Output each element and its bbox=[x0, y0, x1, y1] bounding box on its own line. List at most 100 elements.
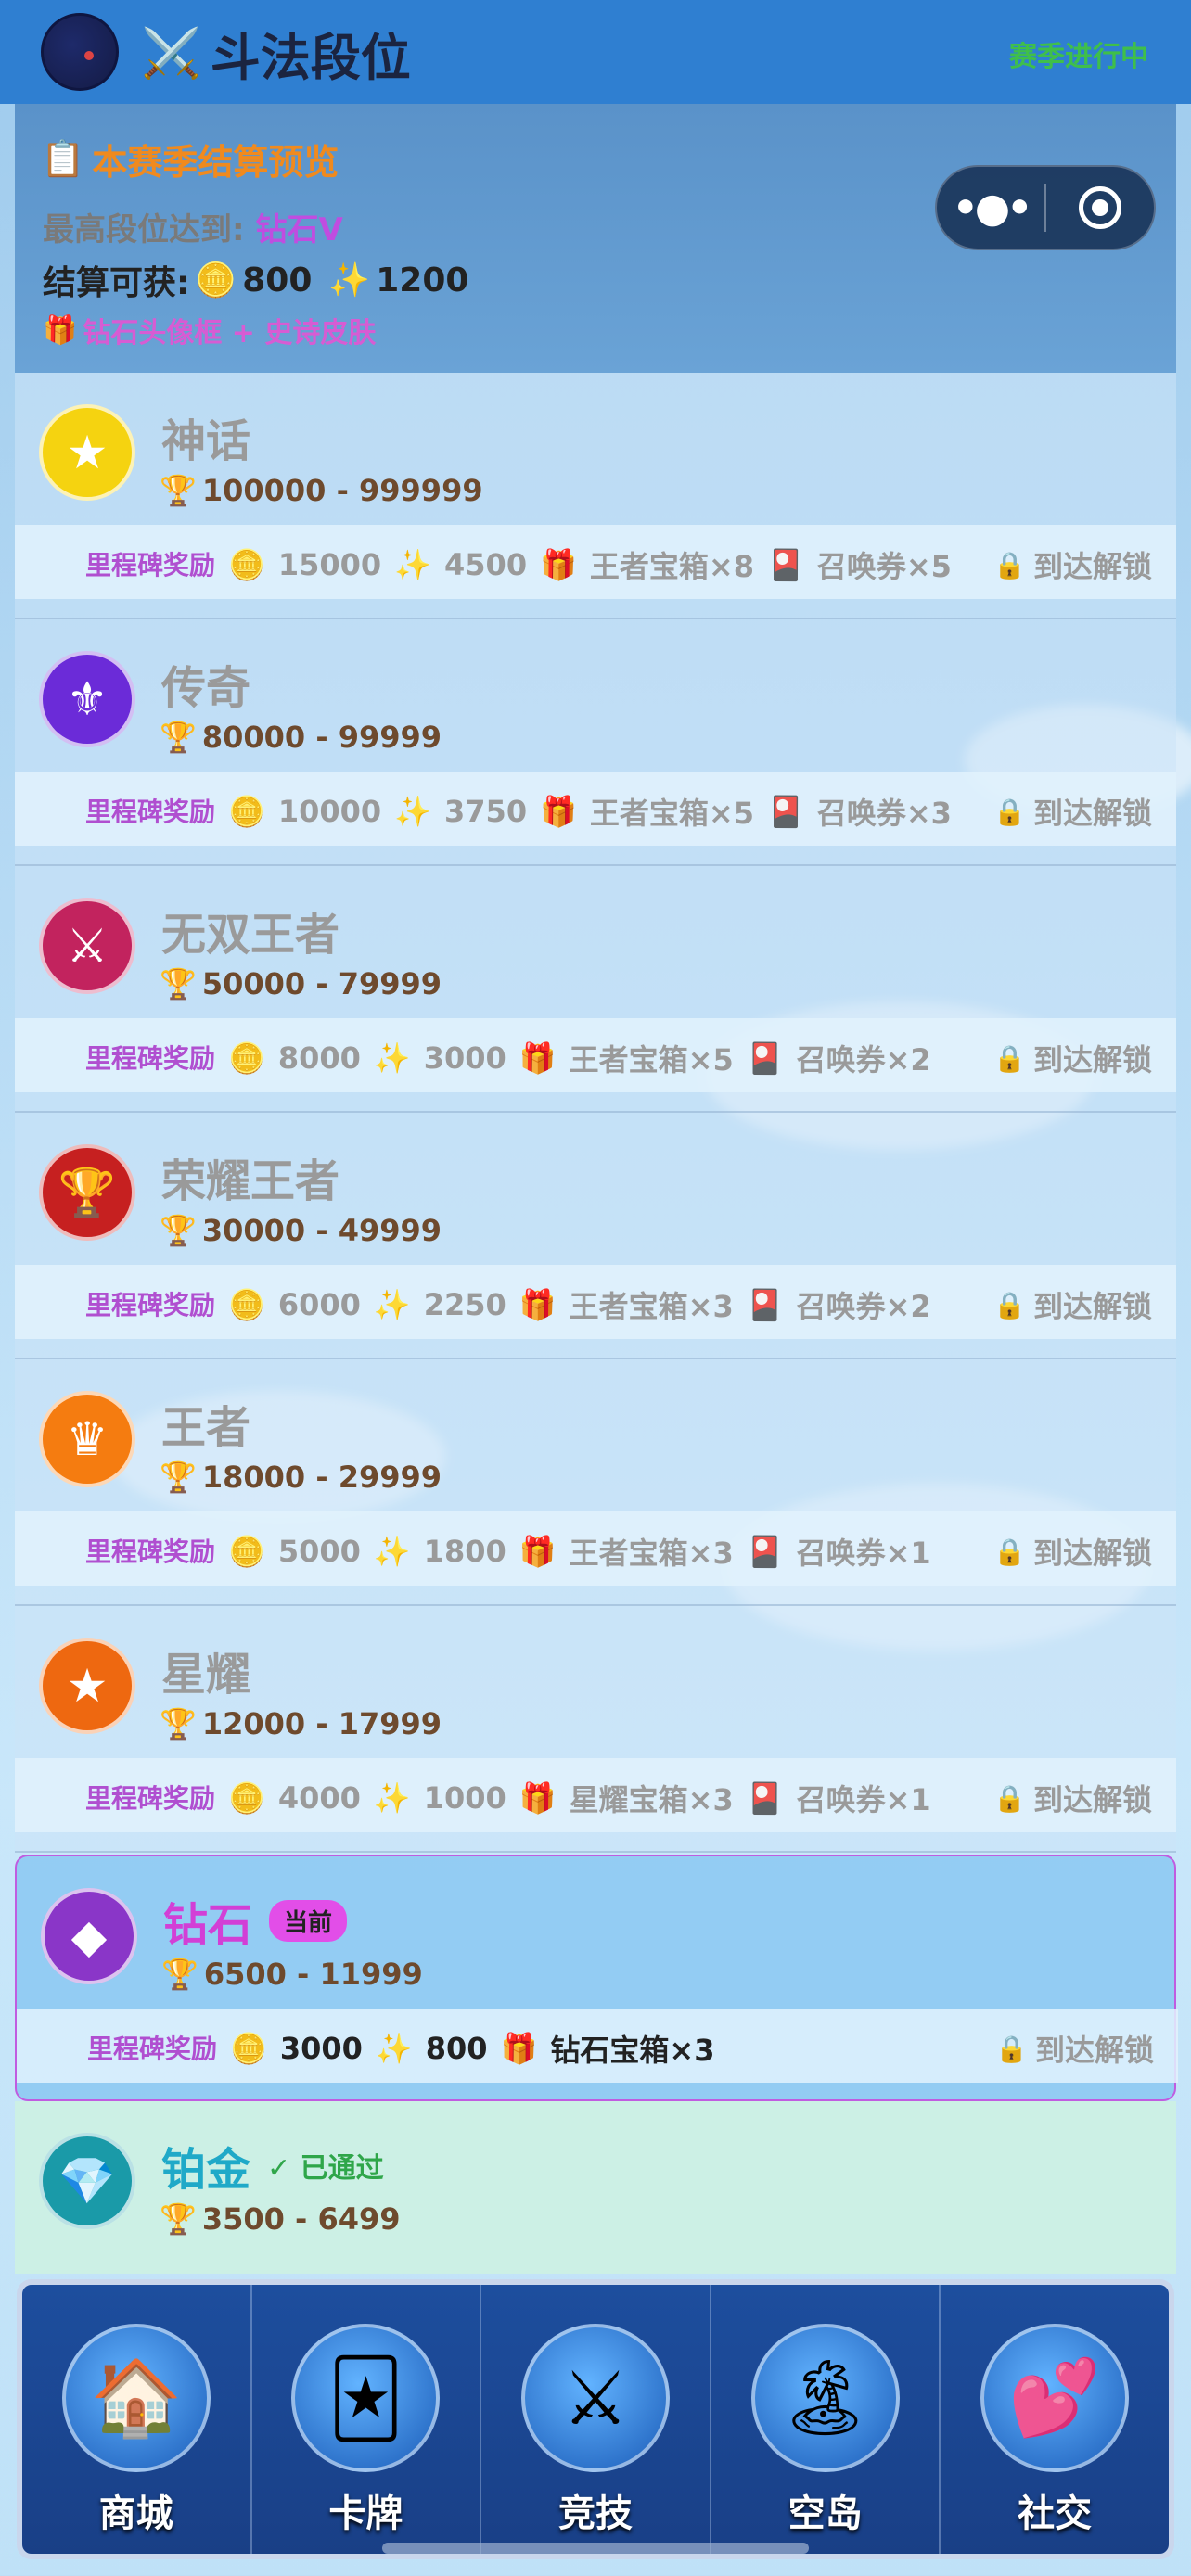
trophy-range: 🏆 6500 - 11999 bbox=[161, 1957, 423, 1992]
reward-chest: 王者宝箱×3 bbox=[569, 1289, 734, 1324]
rank-row[interactable]: ⚔ 无双王者 🏆 50000 - 79999 里程碑奖励 🪙 8000 ✨ 3000… bbox=[15, 866, 1176, 1113]
extra-reward-text: 钻石头像框 + 史诗皮肤 bbox=[83, 317, 377, 350]
reward-chest: 星耀宝箱×3 bbox=[569, 1782, 734, 1817]
rank-badge-icon: ★ bbox=[39, 404, 135, 501]
target-ring-icon bbox=[1078, 186, 1121, 229]
lock-icon: 🔒 bbox=[993, 549, 1026, 580]
rank-name-text: 铂金 bbox=[161, 2144, 251, 2196]
miniprogram-capsule: •●• bbox=[935, 165, 1156, 250]
reward-stars: 4500 bbox=[444, 547, 528, 582]
summon-ticket-icon: 🎴 bbox=[746, 1780, 784, 1816]
milestone-rewards: 🪙 3000 ✨ 800 🎁 钻石宝箱×3 bbox=[230, 2027, 714, 2070]
reward-coins: 15000 bbox=[277, 547, 382, 582]
page-title: ⚔️ 斗法段位 bbox=[141, 20, 411, 87]
rank-row[interactable]: 🏆 荣耀王者 🏆 30000 - 49999 里程碑奖励 🪙 6000 ✨ 2250… bbox=[15, 1113, 1176, 1359]
coin-icon: 🪙 bbox=[228, 1040, 265, 1076]
reward-chest: 王者宝箱×5 bbox=[569, 1042, 734, 1078]
trophy-icon: 🏆 bbox=[160, 2201, 197, 2237]
milestone-row: 里程碑奖励 🪙 15000 ✨ 4500 🎁 王者宝箱×8 🎴 召唤券×5 🔒 到达解锁 bbox=[15, 525, 1176, 599]
nav-icon: 🏝 bbox=[750, 2324, 900, 2472]
unlock-status: 🔒 到达解锁 bbox=[993, 543, 1152, 586]
coin-icon: 🪙 bbox=[228, 1287, 265, 1322]
rank-row[interactable]: 💎 铂金 ✓ 已通过 🏆 3500 - 6499 bbox=[15, 2101, 1176, 2274]
avatar[interactable] bbox=[41, 13, 119, 91]
gift-icon: 🎁 bbox=[540, 794, 577, 829]
coin-icon: 🪙 bbox=[228, 1534, 265, 1569]
gift-icon: 🎁 bbox=[519, 1287, 557, 1322]
coin-icon: 🪙 bbox=[228, 547, 265, 582]
rank-badge-icon: ◆ bbox=[41, 1888, 137, 1984]
reward-stars: 1000 bbox=[423, 1780, 506, 1816]
gift-icon: 🎁 bbox=[500, 2031, 538, 2066]
season-status: 赛季进行中 bbox=[1009, 41, 1148, 73]
nav-item[interactable]: 🏝 空岛 bbox=[711, 2285, 941, 2554]
close-target-button[interactable] bbox=[1046, 186, 1154, 229]
rank-name-text: 钻石 bbox=[163, 1899, 253, 1951]
summary-title-text: 本赛季结算预览 bbox=[92, 142, 339, 183]
coin-icon: 🪙 bbox=[228, 1780, 265, 1816]
trophy-range-text: 18000 - 29999 bbox=[201, 1460, 442, 1495]
rank-row[interactable]: ★ 星耀 🏆 12000 - 17999 里程碑奖励 🪙 4000 ✨ 1000 🎁… bbox=[15, 1606, 1176, 1853]
rank-row[interactable]: ★ 神话 🏆 100000 - 999999 里程碑奖励 🪙 15000 ✨ 450… bbox=[15, 373, 1176, 619]
reward-summon: 召唤券×2 bbox=[796, 1289, 931, 1324]
trophy-range: 🏆 18000 - 29999 bbox=[160, 1460, 442, 1495]
rank-row[interactable]: ⚜ 传奇 🏆 80000 - 99999 里程碑奖励 🪙 10000 ✨ 3750 … bbox=[15, 619, 1176, 866]
nav-item[interactable]: 🃏 卡牌 bbox=[252, 2285, 482, 2554]
trophy-icon: 🏆 bbox=[160, 1213, 197, 1248]
summary-title: 📋 本赛季结算预览 bbox=[41, 134, 339, 185]
settlement-stars: 1200 bbox=[376, 261, 469, 300]
sparkle-icon: ✨ bbox=[373, 1534, 411, 1569]
reward-coins: 5000 bbox=[277, 1534, 361, 1569]
rank-badge-icon: ★ bbox=[39, 1638, 135, 1734]
nav-icon: 🃏 bbox=[291, 2324, 441, 2472]
reward-summon: 召唤券×3 bbox=[816, 796, 952, 831]
unlock-text: 到达解锁 bbox=[1034, 2033, 1154, 2068]
rank-list[interactable]: ★ 神话 🏆 100000 - 999999 里程碑奖励 🪙 15000 ✨ 450… bbox=[15, 373, 1178, 2274]
page-title-text: 斗法段位 bbox=[210, 28, 411, 87]
rank-name-text: 神话 bbox=[161, 415, 251, 467]
summon-ticket-icon: 🎴 bbox=[746, 1534, 784, 1569]
home-indicator bbox=[382, 2543, 809, 2554]
unlock-text: 到达解锁 bbox=[1032, 1289, 1152, 1324]
nav-item[interactable]: 💕 社交 bbox=[941, 2285, 1169, 2554]
milestone-rewards: 🪙 5000 ✨ 1800 🎁 王者宝箱×3 🎴 召唤券×1 bbox=[228, 1530, 931, 1573]
lock-icon: 🔒 bbox=[995, 2033, 1028, 2064]
rank-badge-icon: ♛ bbox=[39, 1391, 135, 1487]
passed-tag: ✓ 已通过 bbox=[267, 2152, 384, 2185]
milestone-row: 里程碑奖励 🪙 3000 ✨ 800 🎁 钻石宝箱×3 🔒 到达解锁 bbox=[17, 2009, 1178, 2083]
milestone-label: 里程碑奖励 bbox=[87, 2034, 218, 2064]
milestone-rewards: 🪙 10000 ✨ 3750 🎁 王者宝箱×5 🎴 召唤券×3 bbox=[228, 790, 952, 833]
rank-badge-icon: 🏆 bbox=[39, 1144, 135, 1241]
trophy-range: 🏆 30000 - 49999 bbox=[160, 1213, 442, 1248]
extra-reward-line: 🎁 钻石头像框 + 史诗皮肤 bbox=[43, 310, 376, 351]
reward-coins: 8000 bbox=[277, 1040, 361, 1076]
trophy-range-text: 50000 - 79999 bbox=[201, 966, 442, 1001]
nav-item[interactable]: 🏠 商城 bbox=[22, 2285, 252, 2554]
summon-ticket-icon: 🎴 bbox=[767, 794, 804, 829]
nav-item[interactable]: ⚔ 竞技 bbox=[481, 2285, 711, 2554]
lock-icon: 🔒 bbox=[993, 1782, 1026, 1814]
highest-rank-label: 最高段位达到: bbox=[43, 211, 245, 249]
reward-coins: 6000 bbox=[277, 1287, 361, 1322]
rank-name-text: 荣耀王者 bbox=[161, 1155, 340, 1207]
milestone-label: 里程碑奖励 bbox=[85, 1783, 216, 1814]
rank-name: 神话 bbox=[161, 404, 250, 469]
summon-ticket-icon: 🎴 bbox=[746, 1040, 784, 1076]
lock-icon: 🔒 bbox=[993, 1289, 1026, 1320]
milestone-label: 里程碑奖励 bbox=[85, 1537, 216, 1567]
trophy-icon: 🏆 bbox=[160, 720, 197, 755]
trophy-icon: 🏆 bbox=[160, 966, 197, 1001]
unlock-text: 到达解锁 bbox=[1032, 1536, 1152, 1571]
reward-stars: 1800 bbox=[423, 1534, 506, 1569]
sparkle-icon: ✨ bbox=[373, 1780, 411, 1816]
more-dots-icon[interactable]: •●• bbox=[937, 185, 1044, 232]
coin-icon: 🪙 bbox=[230, 2031, 267, 2066]
trophy-icon: 🏆 bbox=[160, 1706, 197, 1741]
sparkle-icon: ✨ bbox=[328, 261, 371, 300]
gift-icon: 🎁 bbox=[519, 1780, 557, 1816]
current-tag: 当前 bbox=[269, 1899, 348, 1942]
gift-icon: 🎁 bbox=[43, 313, 78, 347]
rank-row[interactable]: ♛ 王者 🏆 18000 - 29999 里程碑奖励 🪙 5000 ✨ 1800 🎁… bbox=[15, 1359, 1176, 1606]
rank-row[interactable]: ◆ 钻石 当前 🏆 6500 - 11999 里程碑奖励 🪙 3000 ✨ 800 … bbox=[15, 1855, 1178, 2101]
reward-chest: 王者宝箱×8 bbox=[589, 549, 755, 584]
